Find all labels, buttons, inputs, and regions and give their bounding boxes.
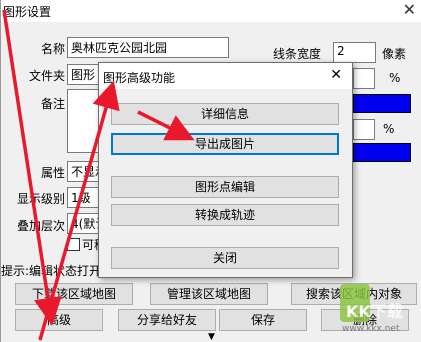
annotation-arrow-advanced <box>2 9 62 326</box>
annotation-arrow-export <box>137 110 195 141</box>
watermark-url: www.kkx.net <box>342 324 400 334</box>
annotation-arrow-dialog <box>38 80 120 341</box>
watermark-logo: KK下载 www.kkx.net <box>340 284 420 336</box>
watermark-brand: KK下载 <box>346 302 403 321</box>
